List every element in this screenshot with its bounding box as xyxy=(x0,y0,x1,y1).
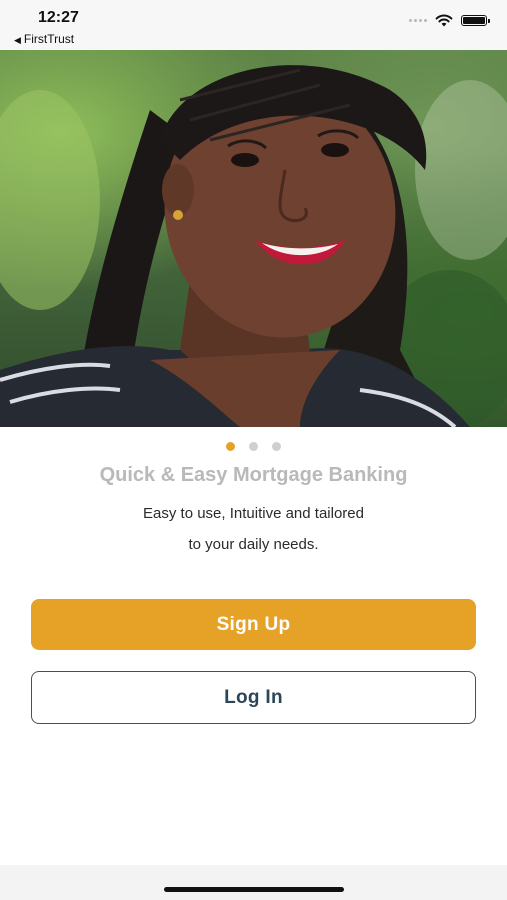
log-in-button[interactable]: Log In xyxy=(31,671,476,724)
back-arrow-icon: ◀ xyxy=(14,35,21,45)
home-indicator[interactable] xyxy=(164,887,344,892)
onboarding-headline: Quick & Easy Mortgage Banking xyxy=(99,464,408,486)
page-indicator xyxy=(0,442,507,451)
page-dot-1[interactable] xyxy=(226,442,235,451)
hero-image xyxy=(0,50,507,427)
onboarding-subtitle-line-2: to your daily needs. xyxy=(188,536,319,553)
wifi-icon xyxy=(435,14,453,27)
cellular-signal-icon xyxy=(409,19,427,22)
back-app-label: FirstTrust xyxy=(23,32,75,46)
battery-icon xyxy=(461,15,490,26)
page-dot-2[interactable] xyxy=(249,442,258,451)
onboarding-subtitle-line-1: Easy to use, Intuitive and tailored xyxy=(143,505,364,522)
status-time: 12:27 xyxy=(38,9,79,26)
status-bar: 12:27 ◀ FirstTrust xyxy=(0,0,507,50)
page-dot-3[interactable] xyxy=(272,442,281,451)
status-icons xyxy=(409,14,490,27)
back-to-app-link[interactable]: ◀ FirstTrust xyxy=(14,32,74,46)
sign-up-button[interactable]: Sign Up xyxy=(31,599,476,650)
home-indicator-area xyxy=(0,865,507,900)
